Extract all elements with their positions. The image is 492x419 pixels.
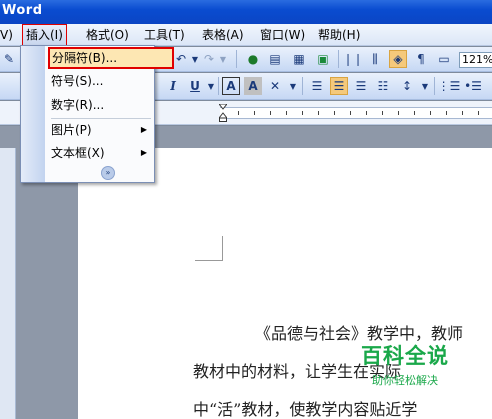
tables-borders-icon[interactable]: ▤ bbox=[266, 50, 284, 68]
menu-help[interactable]: 帮助(H) bbox=[318, 27, 360, 43]
numbering-icon[interactable]: ⋮☰ bbox=[438, 77, 461, 95]
align-right-icon[interactable]: ☰ bbox=[352, 77, 370, 95]
read-icon[interactable]: ▭ bbox=[435, 50, 453, 68]
menu-item-symbol[interactable]: 符号(S)... bbox=[45, 70, 155, 92]
italic-button[interactable]: I bbox=[164, 77, 182, 95]
document-map-icon[interactable]: ◈ bbox=[389, 50, 407, 68]
menu-tools[interactable]: 工具(T) bbox=[144, 27, 185, 43]
expand-menu-icon[interactable]: » bbox=[101, 166, 115, 180]
char-scale-icon[interactable]: ✕ bbox=[266, 77, 284, 95]
watermark-logo: 百科全说 助你轻松解决 bbox=[355, 340, 455, 394]
align-center-icon[interactable]: ☰ bbox=[330, 77, 348, 95]
bullets-icon[interactable]: •☰ bbox=[464, 77, 482, 95]
menu-window[interactable]: 窗口(W) bbox=[260, 27, 305, 43]
menu-item-picture-label: 图片(P) bbox=[51, 123, 92, 137]
menu-item-picture[interactable]: 图片(P) ▶ bbox=[45, 119, 155, 141]
menu-item-number[interactable]: 数字(R)... bbox=[45, 94, 155, 116]
research-icon[interactable]: ✎ bbox=[0, 50, 18, 68]
align-left-icon[interactable]: ☰ bbox=[308, 77, 326, 95]
line-spacing-icon[interactable]: ↕ bbox=[398, 77, 416, 95]
char-border-button[interactable]: A bbox=[222, 77, 240, 95]
watermark-title: 百科全说 bbox=[361, 344, 449, 368]
show-hide-icon[interactable]: ¶ bbox=[412, 50, 430, 68]
insert-excel-icon[interactable]: ▣ bbox=[314, 50, 332, 68]
drawing-icon[interactable]: ⫼ bbox=[366, 50, 384, 68]
char-shading-button[interactable]: A bbox=[244, 77, 262, 95]
menu-format[interactable]: 格式(O) bbox=[86, 27, 129, 43]
justify-icon[interactable]: ☷ bbox=[374, 77, 392, 95]
menu-view[interactable]: V) bbox=[0, 27, 13, 43]
submenu-arrow-icon: ▶ bbox=[140, 148, 147, 157]
insert-dropdown-menu: 分隔符(B)... 符号(S)... 数字(R)... 图片(P) ▶ 文本框(… bbox=[20, 45, 174, 183]
menu-insert[interactable]: 插入(I) bbox=[22, 24, 67, 46]
menu-item-textbox-label: 文本框(X) bbox=[51, 146, 105, 160]
zoom-box[interactable]: 121% bbox=[459, 52, 492, 68]
columns-icon[interactable]: ❘❘ bbox=[343, 50, 363, 68]
menu-bar: V) 插入(I) 格式(O) 工具(T) 表格(A) 窗口(W) 帮助(H) bbox=[0, 24, 492, 46]
menu-item-textbox[interactable]: 文本框(X) ▶ bbox=[45, 142, 155, 164]
char-scale-dropdown-icon[interactable]: ▼ bbox=[284, 77, 302, 95]
vertical-ruler[interactable] bbox=[0, 148, 16, 419]
menu-table[interactable]: 表格(A) bbox=[202, 27, 244, 43]
insert-table-icon[interactable]: ▦ bbox=[290, 50, 308, 68]
line-spacing-dropdown-icon[interactable]: ▼ bbox=[416, 77, 434, 95]
menu-item-break[interactable]: 分隔符(B)... bbox=[48, 47, 174, 69]
title-bar: Word bbox=[0, 0, 492, 24]
hyperlink-icon[interactable]: ● bbox=[244, 50, 262, 68]
document-line-3: 中“活”教材，使教学内容贴近学 bbox=[193, 400, 418, 419]
margin-corner-mark bbox=[195, 260, 223, 261]
redo-dropdown-icon[interactable]: ▼ bbox=[214, 50, 232, 68]
indent-marker-icon[interactable] bbox=[219, 104, 227, 122]
watermark-subtitle: 助你轻松解决 bbox=[372, 374, 438, 387]
submenu-arrow-icon: ▶ bbox=[140, 125, 147, 134]
window-title: Word bbox=[2, 3, 43, 18]
